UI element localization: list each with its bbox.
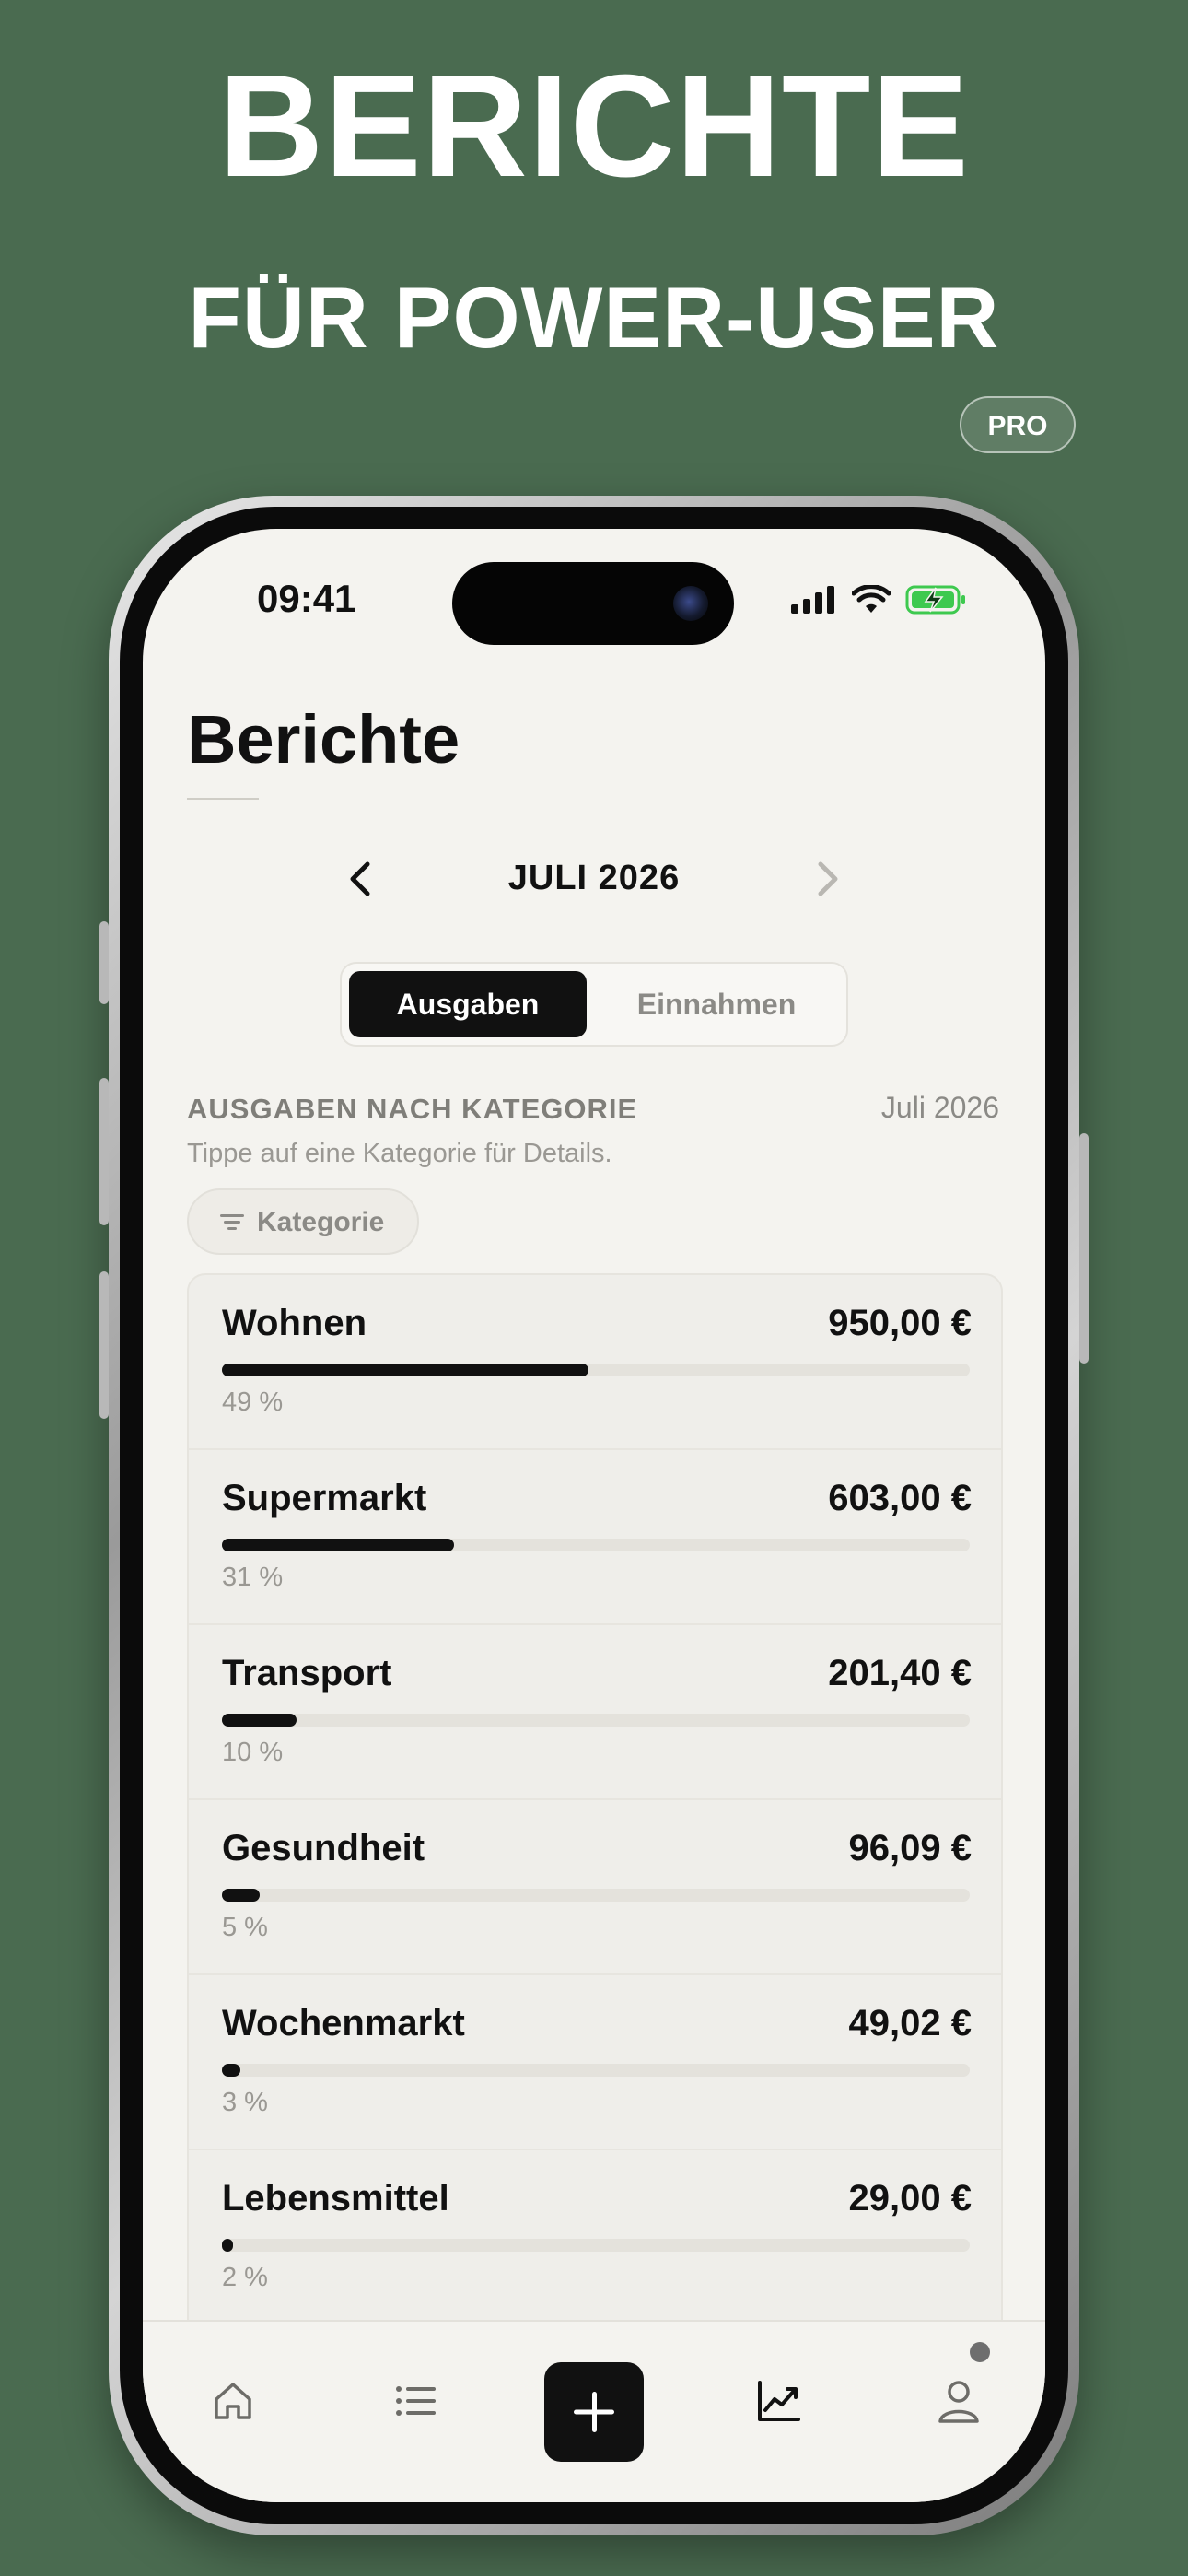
month-navigation: JULI 2026 bbox=[143, 842, 1045, 916]
category-bar-fill bbox=[222, 1364, 588, 1376]
category-bar-track bbox=[222, 2064, 970, 2077]
type-segmented-control: Ausgaben Einnahmen bbox=[340, 962, 848, 1047]
camera-icon bbox=[673, 586, 708, 621]
add-icon bbox=[574, 2392, 614, 2432]
add-button[interactable] bbox=[544, 2362, 644, 2462]
category-bar-track bbox=[222, 1364, 970, 1376]
category-amount: 29,00 € bbox=[848, 2178, 972, 2219]
status-icons bbox=[791, 584, 968, 615]
title-divider bbox=[187, 798, 259, 800]
category-bar-fill bbox=[222, 1714, 297, 1727]
battery-charging-icon bbox=[905, 585, 965, 615]
section-label: AUSGABEN NACH KATEGORIE bbox=[187, 1093, 638, 1125]
category-bar-fill bbox=[222, 1889, 260, 1902]
category-bar-fill bbox=[222, 2064, 241, 2077]
status-time: 09:41 bbox=[257, 577, 356, 620]
tab-bar bbox=[143, 2320, 1045, 2502]
category-row-supermarkt[interactable]: Supermarkt 603,00 € 31 % bbox=[189, 1450, 1001, 1625]
category-amount: 950,00 € bbox=[828, 1303, 972, 1343]
category-amount: 49,02 € bbox=[848, 2003, 972, 2043]
category-name: Supermarkt bbox=[222, 1478, 427, 1518]
segment-einnahmen[interactable]: Einnahmen bbox=[594, 971, 839, 1037]
category-percent: 49 % bbox=[222, 1388, 284, 1417]
category-row-wochenmarkt[interactable]: Wochenmarkt 49,02 € 3 % bbox=[189, 1975, 1001, 2150]
category-percent: 10 % bbox=[222, 1738, 284, 1767]
category-list: Wohnen 950,00 € 49 % Supermarkt 603,00 €… bbox=[187, 1273, 1003, 2471]
segment-ausgaben[interactable]: Ausgaben bbox=[349, 971, 587, 1037]
month-label: JULI 2026 bbox=[507, 859, 681, 897]
category-amount: 96,09 € bbox=[848, 1828, 972, 1868]
category-name: Gesundheit bbox=[222, 1828, 425, 1868]
category-percent: 31 % bbox=[222, 1563, 284, 1592]
filter-lines-icon bbox=[220, 1214, 244, 1230]
category-bar-track bbox=[222, 1889, 970, 1902]
side-button-silent bbox=[99, 921, 109, 1004]
section-hint: Tippe auf eine Kategorie für Details. bbox=[187, 1139, 612, 1168]
category-amount: 603,00 € bbox=[828, 1478, 972, 1518]
section-date: Juli 2026 bbox=[880, 1091, 999, 1124]
side-button-power bbox=[1079, 1133, 1089, 1364]
wifi-icon bbox=[852, 585, 891, 613]
category-percent: 3 % bbox=[222, 2088, 268, 2117]
category-bar-track bbox=[222, 2239, 970, 2252]
category-row-lebensmittel[interactable]: Lebensmittel 29,00 € 2 % bbox=[189, 2150, 1001, 2325]
profile-icon[interactable] bbox=[933, 2375, 984, 2427]
category-row-transport[interactable]: Transport 201,40 € 10 % bbox=[189, 1625, 1001, 1800]
category-name: Wochenmarkt bbox=[222, 2003, 465, 2043]
category-filter-chip[interactable]: Kategorie bbox=[187, 1188, 419, 1255]
category-name: Transport bbox=[222, 1653, 392, 1693]
category-name: Wohnen bbox=[222, 1303, 367, 1343]
chart-trend-icon[interactable] bbox=[752, 2375, 804, 2427]
side-button-volume-down bbox=[99, 1271, 109, 1419]
category-percent: 5 % bbox=[222, 1913, 268, 1942]
category-bar-fill bbox=[222, 1539, 454, 1551]
promo-headline: BERICHTE bbox=[218, 45, 970, 207]
category-bar-track bbox=[222, 1539, 970, 1551]
category-bar-track bbox=[222, 1714, 970, 1727]
home-icon[interactable] bbox=[207, 2375, 259, 2427]
pro-badge: PRO bbox=[960, 396, 1076, 453]
app-screen: 09:41 Berichte JULI 2026 Ausgaben Einnah… bbox=[143, 529, 1045, 2502]
category-bar-fill bbox=[222, 2239, 234, 2252]
promo-subheadline: FÜR POWER-USER bbox=[188, 269, 1000, 366]
chevron-right-icon[interactable] bbox=[798, 851, 854, 907]
side-button-volume-up bbox=[99, 1078, 109, 1225]
notification-dot bbox=[970, 2342, 990, 2362]
category-percent: 2 % bbox=[222, 2263, 268, 2292]
cellular-signal-icon bbox=[791, 586, 834, 614]
category-row-wohnen[interactable]: Wohnen 950,00 € 49 % bbox=[189, 1275, 1001, 1450]
category-amount: 201,40 € bbox=[828, 1653, 972, 1693]
category-row-gesundheit[interactable]: Gesundheit 96,09 € 5 % bbox=[189, 1800, 1001, 1975]
list-icon[interactable] bbox=[390, 2375, 441, 2427]
filter-chip-label: Kategorie bbox=[257, 1207, 385, 1237]
dynamic-island bbox=[452, 562, 734, 645]
category-name: Lebensmittel bbox=[222, 2178, 449, 2219]
page-title: Berichte bbox=[187, 701, 460, 778]
